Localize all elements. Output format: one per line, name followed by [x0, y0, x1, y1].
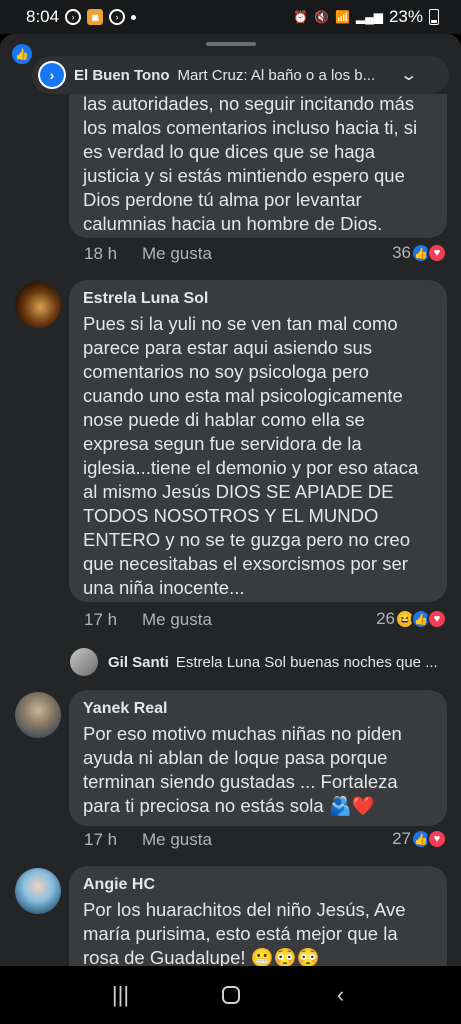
avatar[interactable]	[70, 648, 98, 676]
recent-apps-icon[interactable]: |||	[101, 982, 141, 1008]
comment-bubble[interactable]: Yanek Real Por eso motivo muchas niñas n…	[69, 690, 447, 826]
app-notification-icon: ▣	[87, 9, 104, 25]
like-button[interactable]: Me gusta	[142, 610, 212, 630]
mute-icon: 🔇	[314, 10, 330, 24]
comment-bubble[interactable]: Estrela Luna Sol Pues si la yuli no se v…	[69, 280, 447, 602]
comment-bubble[interactable]: las autoridades, no seguir incitando más…	[69, 93, 447, 238]
reply-context-header[interactable]: › El Buen Tono Mart Cruz: Al baño o a lo…	[0, 56, 461, 94]
comment-author[interactable]: Yanek Real	[83, 700, 433, 718]
alarm-icon: ⏰	[293, 10, 309, 24]
signal-icon: ▂▄▆	[356, 10, 383, 24]
nested-reply-preview[interactable]: Gil Santi Estrela Luna Sol buenas noches…	[70, 648, 446, 676]
comment-time: 18 h	[84, 244, 118, 263]
system-nav-bar: ||| ‹	[0, 966, 461, 1024]
drag-handle[interactable]	[206, 42, 256, 46]
status-time: 8:04	[26, 7, 60, 26]
comment-text: las autoridades, no seguir incitando más…	[83, 93, 418, 234]
back-icon[interactable]: ‹	[321, 982, 361, 1008]
comment-text: Por los huarachitos del niño Jesús, Ave …	[83, 899, 406, 966]
reply-header-author: El Buen Tono	[74, 66, 170, 84]
more-notifications-icon	[131, 14, 137, 20]
reaction-summary[interactable]: 26 😆 👍 ♥	[376, 609, 447, 629]
love-icon: ♥	[427, 243, 447, 263]
comment-time: 17 h	[84, 610, 118, 629]
avatar[interactable]	[15, 282, 61, 328]
reaction-summary[interactable]: 36 👍 ♥	[392, 243, 447, 263]
like-icon: 👍	[12, 44, 32, 64]
navigation-icon: ›	[65, 9, 82, 25]
comment-author[interactable]: Estrela Luna Sol	[83, 290, 433, 308]
comment-bubble[interactable]: Angie HC Por los huarachitos del niño Je…	[69, 866, 447, 966]
comment-text: Por eso motivo muchas niñas no piden ayu…	[83, 723, 402, 816]
page-avatar-icon: ›	[38, 61, 66, 89]
comments-sheet[interactable]: 👍 › El Buen Tono Mart Cruz: Al baño o a …	[0, 34, 461, 966]
avatar[interactable]	[15, 868, 61, 914]
reaction-summary[interactable]: 27 👍 ♥	[392, 829, 447, 849]
love-icon: ♥	[427, 829, 447, 849]
avatar[interactable]	[15, 692, 61, 738]
status-bar: 8:04 › ▣ › ⏰ 🔇 📶 ▂▄▆ 23%	[0, 0, 461, 34]
battery-icon	[429, 9, 439, 25]
nested-reply-text: Estrela Luna Sol buenas noches que ...	[175, 653, 438, 671]
battery-percent: 23%	[388, 7, 423, 26]
reaction-count: 27	[392, 829, 411, 848]
love-icon: ♥	[427, 609, 447, 629]
comment-text: Pues si la yuli no se ven tan mal como p…	[83, 313, 419, 598]
like-button[interactable]: Me gusta	[142, 244, 212, 264]
wifi-icon: 📶	[335, 10, 350, 24]
home-icon[interactable]	[221, 986, 240, 1004]
chevron-down-icon[interactable]: ⌄	[399, 65, 418, 85]
navigation-icon: ›	[109, 9, 126, 25]
reaction-count: 26	[376, 609, 395, 628]
comment-author[interactable]: Angie HC	[83, 876, 433, 894]
like-button[interactable]: Me gusta	[142, 830, 212, 850]
nested-reply-author[interactable]: Gil Santi	[108, 654, 169, 671]
comment-time: 17 h	[84, 830, 118, 849]
reaction-count: 36	[392, 243, 411, 262]
reply-header-preview: Mart Cruz: Al baño o a los b...	[177, 66, 376, 84]
